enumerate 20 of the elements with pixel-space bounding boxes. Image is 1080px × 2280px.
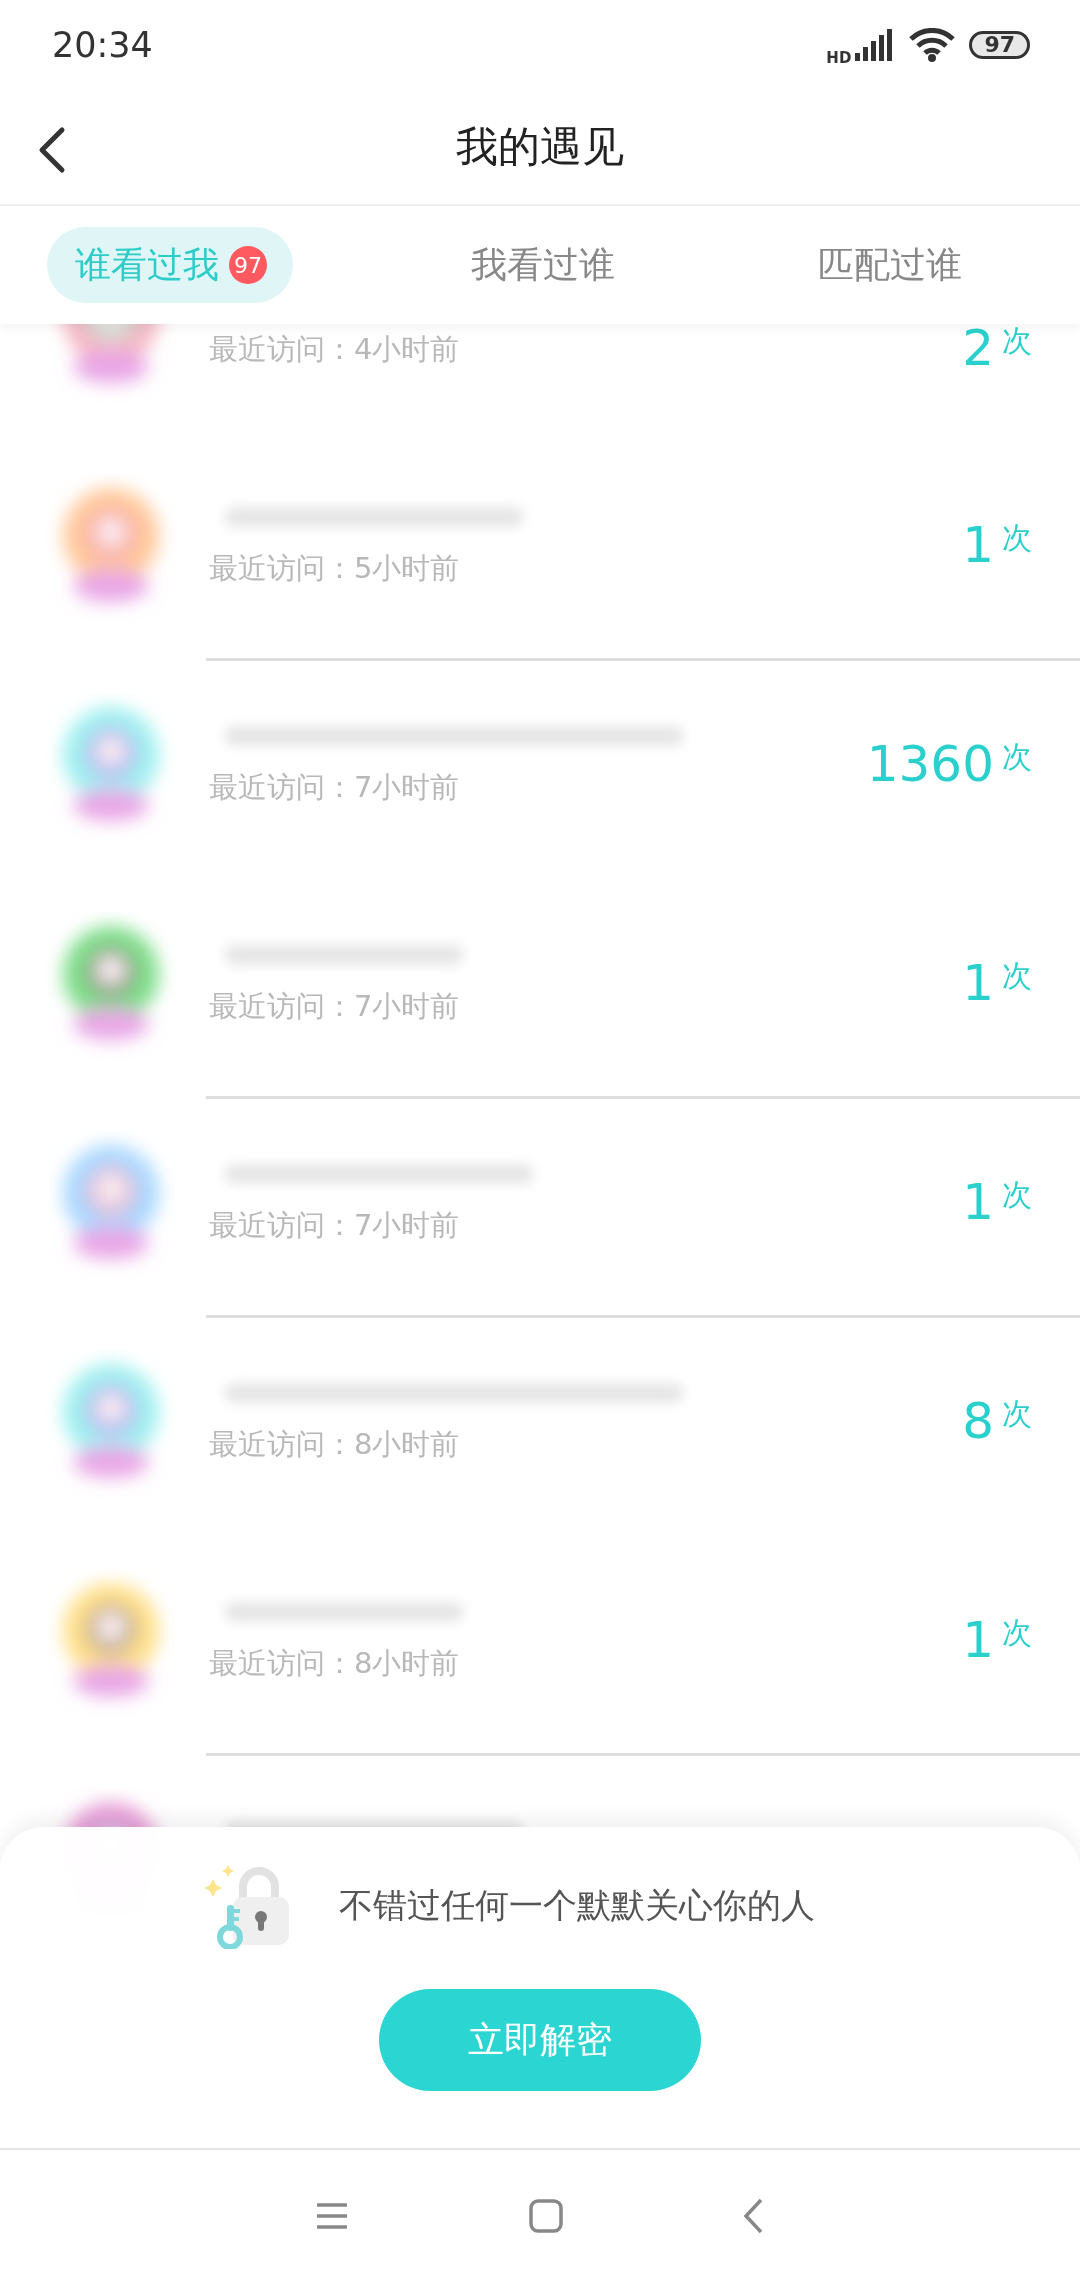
tab[interactable]: 谁看过我 97 — [47, 227, 293, 303]
battery-indicator: 97 — [969, 31, 1030, 59]
last-visit-time: 最近访问：7小时前 — [209, 769, 460, 806]
last-visit-time: 最近访问：4小时前 — [209, 331, 460, 368]
tab[interactable]: 我看过谁 — [442, 227, 641, 303]
page-title: 我的遇见 — [456, 121, 624, 173]
tab[interactable]: 匹配过谁 — [790, 227, 988, 303]
clock: 20:34 — [52, 25, 153, 65]
count-badge: 97 — [229, 246, 267, 284]
unlock-message: 不错过任何一个默默关心你的人 — [339, 1884, 815, 1927]
home-button[interactable] — [529, 2199, 563, 2233]
last-visit-time: 最近访问：8小时前 — [209, 1426, 460, 1463]
network-label: HD — [826, 49, 852, 67]
last-visit-time: 最近访问：8小时前 — [209, 1645, 460, 1682]
last-visit-time: 最近访问：7小时前 — [209, 988, 460, 1025]
wifi-icon — [909, 28, 956, 62]
menu-button[interactable] — [315, 2202, 349, 2230]
unlock-button[interactable]: 立即解密 — [379, 1989, 701, 2091]
last-visit-time: 最近访问：5小时前 — [209, 550, 460, 587]
last-visit-time: 最近访问：7小时前 — [209, 1207, 460, 1244]
